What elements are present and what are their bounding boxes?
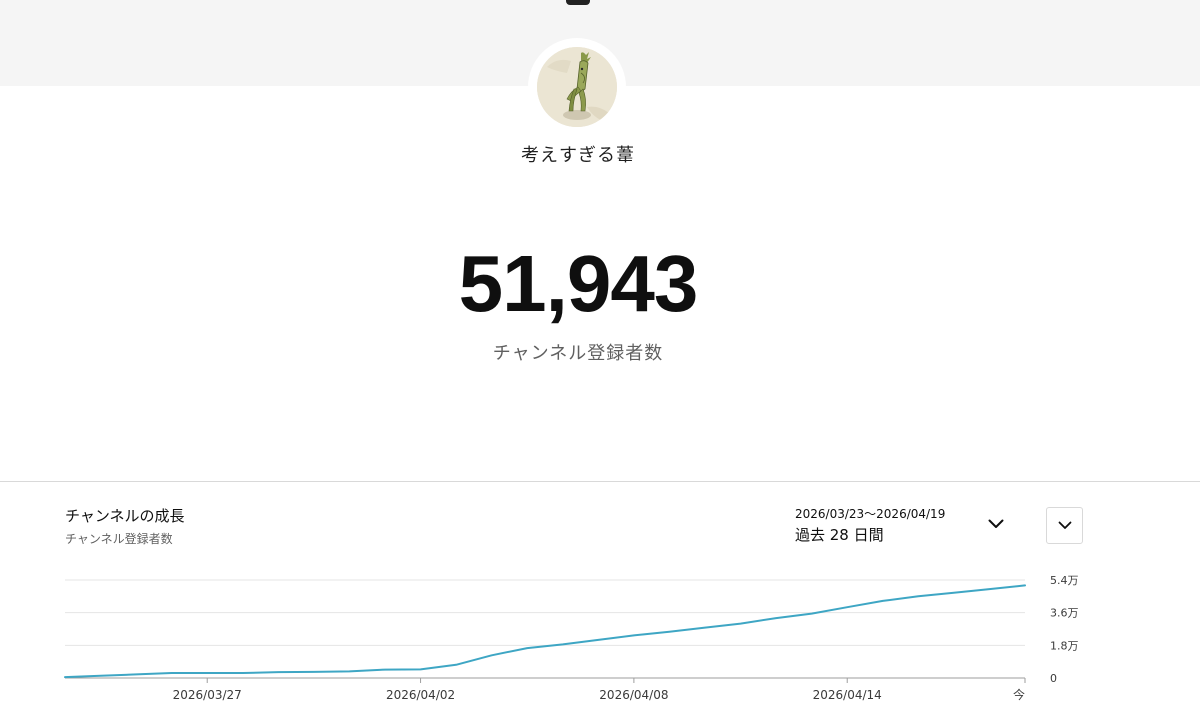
subscriber-series-line — [64, 584, 1026, 679]
section-divider — [0, 481, 1200, 482]
channel-avatar[interactable] — [537, 47, 617, 127]
subscriber-count-label: チャンネル登録者数 — [492, 343, 664, 364]
x-tick-label: 今 — [1013, 687, 1025, 702]
x-tick-label: 2026/04/14 — [813, 688, 882, 702]
x-tick-label: 2026/04/02 — [386, 688, 455, 702]
x-tick-label: 2026/04/08 — [599, 688, 668, 702]
x-tick-label: 2026/03/27 — [173, 688, 242, 702]
reed-figure-avatar-icon — [537, 47, 617, 127]
subscriber-growth-chart: 0 1.8万 3.6万 5.4万 2026/03/27 2026/04/02 2026/04… — [64, 574, 1079, 702]
growth-card-title: チャンネルの成長 — [65, 507, 185, 525]
chevron-down-icon — [988, 519, 1004, 528]
y-tick-label: 3.6万 — [1050, 607, 1079, 620]
channel-name[interactable]: 考えすぎる葦 — [0, 141, 1156, 167]
period-dropdown-button[interactable] — [984, 514, 1008, 534]
growth-card-subtitle: チャンネル登録者数 — [65, 532, 173, 546]
y-tick-label: 0 — [1050, 672, 1057, 685]
y-tick-label: 1.8万 — [1050, 639, 1079, 652]
subscriber-count: 51,943 — [458, 239, 699, 328]
date-range-text: 2026/03/23～2026/04/19 — [795, 507, 946, 521]
y-tick-label: 5.4万 — [1050, 574, 1079, 587]
banner-graphic — [566, 0, 590, 5]
metric-select-button[interactable] — [1046, 507, 1083, 544]
date-period-label[interactable]: 過去 28 日間 — [795, 524, 884, 545]
chevron-down-icon — [1058, 521, 1071, 529]
